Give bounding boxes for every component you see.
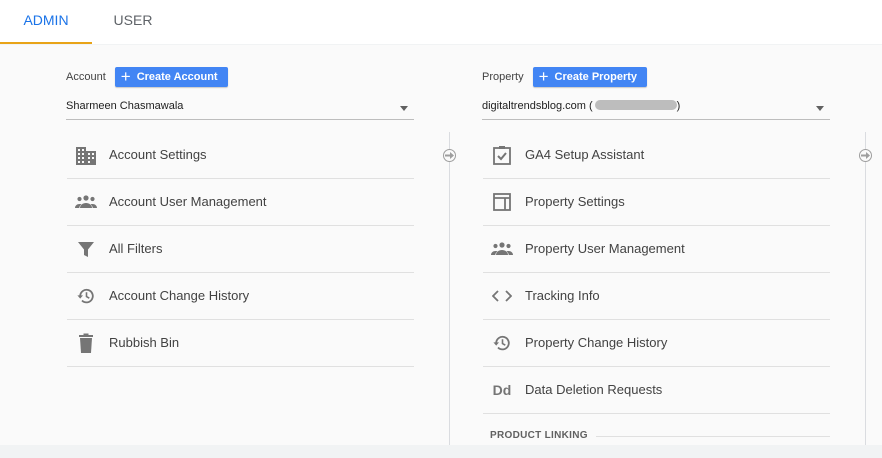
menu-item-account-user-management[interactable]: Account User Management: [67, 179, 414, 226]
account-selected-value: Sharmeen Chasmawala: [66, 100, 184, 112]
chevron-down-icon[interactable]: [816, 106, 824, 111]
arrow-right-icon: [859, 149, 872, 162]
menu-item-label: Data Deletion Requests: [525, 382, 663, 397]
filter-icon: [75, 239, 97, 259]
menu-item-property-user-management[interactable]: Property User Management: [483, 226, 830, 273]
create-account-button[interactable]: + Create Account: [114, 67, 228, 87]
create-property-button[interactable]: + Create Property: [532, 67, 648, 87]
account-header: Account + Create Account: [66, 66, 228, 88]
menu-item-ga4-setup-assistant[interactable]: GA4 Setup Assistant: [483, 132, 830, 179]
menu-item-label: Rubbish Bin: [109, 335, 180, 350]
section-divider: [596, 436, 830, 437]
dd-icon: Dd: [492, 382, 512, 398]
create-property-label: Create Property: [554, 71, 638, 83]
trash-icon: [75, 333, 97, 353]
product-linking-heading: PRODUCT LINKING: [490, 430, 588, 441]
account-selector[interactable]: Sharmeen Chasmawala: [66, 97, 414, 120]
menu-item-label: Tracking Info: [525, 288, 600, 303]
property-name: digitaltrendsblog.com (: [482, 100, 593, 112]
code-icon: [491, 286, 513, 306]
checklist-icon: [491, 145, 513, 165]
property-selected-value: digitaltrendsblog.com (): [482, 100, 680, 112]
menu-item-label: Property Change History: [525, 335, 668, 350]
menu-item-label: Account Settings: [109, 147, 207, 162]
bottom-strip: [0, 445, 882, 458]
admin-panel: Account + Create Account Sharmeen Chasma…: [0, 45, 882, 445]
plus-icon: +: [120, 67, 131, 86]
people-icon: [491, 239, 513, 259]
property-paren: ): [676, 100, 681, 112]
column-divider: [865, 132, 866, 445]
account-menu: Account Settings Account User Management…: [67, 132, 414, 367]
history-icon: [75, 286, 97, 306]
building-icon: [75, 145, 97, 165]
menu-item-data-deletion-requests[interactable]: Dd Data Deletion Requests: [483, 367, 830, 414]
admin-tabs: ADMIN USER: [0, 0, 882, 44]
arrow-right-icon: [443, 149, 456, 162]
history-icon: [491, 333, 513, 353]
property-header: Property + Create Property: [482, 66, 648, 88]
account-label: Account: [66, 71, 106, 83]
menu-item-all-filters[interactable]: All Filters: [67, 226, 414, 273]
menu-item-label: All Filters: [109, 241, 163, 256]
menu-item-label: Property User Management: [525, 241, 685, 256]
property-label: Property: [482, 71, 524, 83]
plus-icon: +: [538, 67, 549, 86]
menu-item-label: Account Change History: [109, 288, 250, 303]
chevron-down-icon[interactable]: [400, 106, 408, 111]
menu-item-property-change-history[interactable]: Property Change History: [483, 320, 830, 367]
layout-icon: [491, 192, 513, 212]
tab-admin[interactable]: ADMIN: [0, 0, 92, 44]
menu-item-account-settings[interactable]: Account Settings: [67, 132, 414, 179]
menu-item-label: GA4 Setup Assistant: [525, 147, 645, 162]
create-account-label: Create Account: [136, 71, 218, 83]
menu-item-label: Account User Management: [109, 194, 267, 209]
menu-item-label: Property Settings: [525, 194, 625, 209]
menu-item-rubbish-bin[interactable]: Rubbish Bin: [67, 320, 414, 367]
menu-item-property-settings[interactable]: Property Settings: [483, 179, 830, 226]
menu-item-account-change-history[interactable]: Account Change History: [67, 273, 414, 320]
tab-user[interactable]: USER: [100, 0, 166, 44]
property-menu: GA4 Setup Assistant Property Settings Pr…: [483, 132, 830, 414]
column-divider: [449, 132, 450, 445]
property-selector[interactable]: digitaltrendsblog.com (): [482, 97, 830, 120]
people-icon: [75, 192, 97, 212]
menu-item-tracking-info[interactable]: Tracking Info: [483, 273, 830, 320]
redacted-id: [594, 100, 677, 110]
